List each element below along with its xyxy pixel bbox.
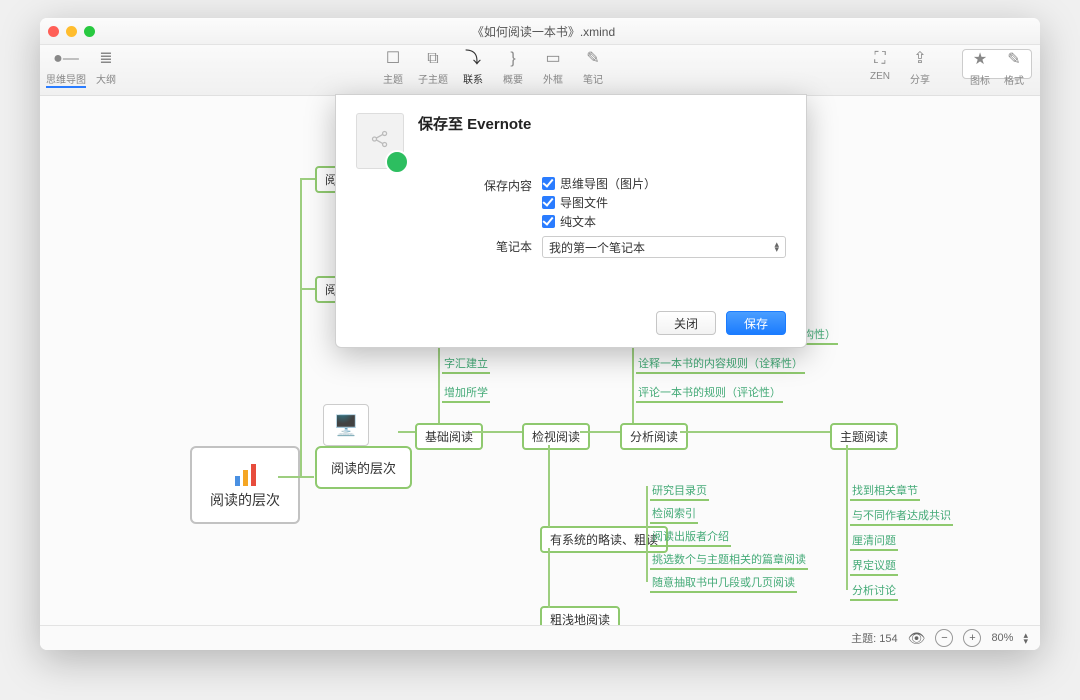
content-checkbox-group: 思维导图（图片） 导图文件 纯文本 [542, 175, 786, 230]
notebook-select[interactable]: 我的第一个笔记本 ▴▾ [542, 236, 786, 258]
checkbox-icon [542, 196, 555, 209]
eye-icon[interactable]: 👁 [908, 630, 926, 647]
leaf[interactable]: 评论一本书的规则（评论性） [636, 383, 783, 403]
node-basic[interactable]: 基础阅读 [415, 423, 483, 450]
window-title: 《如何阅读一本书》.xmind [95, 23, 992, 40]
zoom-out-button[interactable]: − [935, 629, 953, 647]
node-topic[interactable]: 主题阅读 [830, 423, 898, 450]
save-button[interactable]: 保存 [726, 311, 786, 335]
minimize-window-icon[interactable] [66, 26, 77, 37]
outline-icon: ≣ [99, 49, 112, 69]
app-window: 《如何阅读一本书》.xmind ●— 思维导图 ≣ 大纲 ☐ 主题 [40, 18, 1040, 650]
share-graph-icon [369, 128, 391, 150]
leaf[interactable]: 诠释一本书的内容规则（诠释性） [636, 354, 805, 374]
root-chart-icon [228, 460, 262, 486]
evernote-file-icon [356, 113, 404, 169]
edge [300, 178, 315, 180]
mindmap-icon: ●— [53, 49, 79, 69]
panel-switch: ★ 图标 ✎ 格式 [962, 49, 1032, 79]
insert-note[interactable]: ✎ 笔记 [573, 49, 613, 86]
topic-icon: ☐ [386, 49, 400, 69]
panel-icons[interactable]: ★ 图标 [963, 50, 997, 78]
evernote-dialog: 保存至 Evernote 保存内容 思维导图（图片） 导图文件 纯文本 笔记本 … [335, 94, 807, 348]
summary-icon: } [510, 49, 515, 69]
chevron-updown-icon: ▴▾ [774, 242, 779, 252]
boundary-icon: ▭ [545, 49, 560, 69]
content-label: 保存内容 [412, 175, 532, 194]
checkbox-icon [542, 215, 555, 228]
titlebar: 《如何阅读一本书》.xmind [40, 18, 1040, 45]
chk-image[interactable]: 思维导图（图片） [542, 175, 786, 192]
insert-relationship[interactable]: ⤵ 联系 [453, 49, 493, 86]
leaf[interactable]: 字汇建立 [442, 354, 490, 374]
node-shallow[interactable]: 粗浅地阅读 [540, 606, 620, 625]
statusbar: 主题: 154 👁 − + 80% ▴▾ [40, 625, 1040, 650]
leaf[interactable]: 找到相关章节 [850, 481, 920, 501]
insert-summary[interactable]: } 概要 [493, 49, 533, 86]
leaf[interactable]: 分析讨论 [850, 581, 898, 601]
note-icon: ✎ [586, 49, 599, 69]
chevron-updown-icon[interactable]: ▴▾ [1023, 632, 1028, 644]
insert-topic[interactable]: ☐ 主题 [373, 49, 413, 86]
view-mindmap[interactable]: ●— 思维导图 [46, 49, 86, 88]
node-systematic[interactable]: 有系统的略读、粗读 [540, 526, 668, 553]
leaf[interactable]: 研究目录页 [650, 481, 709, 501]
zen-icon: ⛶ [874, 49, 885, 69]
chk-text[interactable]: 纯文本 [542, 213, 786, 230]
topic-count: 主题: 154 [851, 630, 897, 646]
edge [300, 178, 302, 476]
leaf[interactable]: 界定议题 [850, 556, 898, 576]
node-root[interactable]: 阅读的层次 [190, 446, 300, 524]
leaf[interactable]: 增加所学 [442, 383, 490, 403]
leaf[interactable]: 厘清问题 [850, 531, 898, 551]
node-hub[interactable]: 阅读的层次 [315, 446, 412, 489]
hub-icon: 🖥️ [323, 404, 369, 446]
leaf[interactable]: 随意抽取书中几段或几页阅读 [650, 573, 797, 593]
traffic-lights [48, 26, 95, 37]
subtopic-icon: ⧉ [427, 49, 438, 69]
maximize-window-icon[interactable] [84, 26, 95, 37]
leaf[interactable]: 阅读出版者介绍 [650, 527, 731, 547]
relationship-icon: ⤵ [465, 49, 481, 69]
leaf[interactable]: 与不同作者达成共识 [850, 506, 953, 526]
leaf[interactable]: 挑选数个与主题相关的篇章阅读 [650, 550, 808, 570]
panel-format[interactable]: ✎ 格式 [997, 50, 1031, 78]
zen-mode[interactable]: ⛶ ZEN [860, 49, 900, 82]
view-outline[interactable]: ≣ 大纲 [86, 49, 126, 86]
node-analytic[interactable]: 分析阅读 [620, 423, 688, 450]
checkbox-icon [542, 177, 555, 190]
share-icon: ⇪ [913, 49, 926, 69]
close-window-icon[interactable] [48, 26, 59, 37]
zoom-in-button[interactable]: + [963, 629, 981, 647]
insert-subtopic[interactable]: ⧉ 子主题 [413, 49, 453, 86]
edge [300, 288, 315, 290]
star-icon: ★ [973, 50, 987, 70]
close-button[interactable]: 关闭 [656, 311, 716, 335]
format-icon: ✎ [1007, 50, 1020, 70]
insert-boundary[interactable]: ▭ 外框 [533, 49, 573, 86]
zoom-level[interactable]: 80% [991, 632, 1013, 644]
dialog-title: 保存至 Evernote [418, 113, 531, 134]
node-inspect[interactable]: 检视阅读 [522, 423, 590, 450]
notebook-label: 笔记本 [412, 236, 532, 255]
share[interactable]: ⇪ 分享 [900, 49, 940, 86]
toolbar: ●— 思维导图 ≣ 大纲 ☐ 主题 ⧉ 子主题 ⤵ 联系 [40, 45, 1040, 96]
edge [278, 476, 314, 478]
chk-file[interactable]: 导图文件 [542, 194, 786, 211]
leaf[interactable]: 检阅索引 [650, 504, 698, 524]
